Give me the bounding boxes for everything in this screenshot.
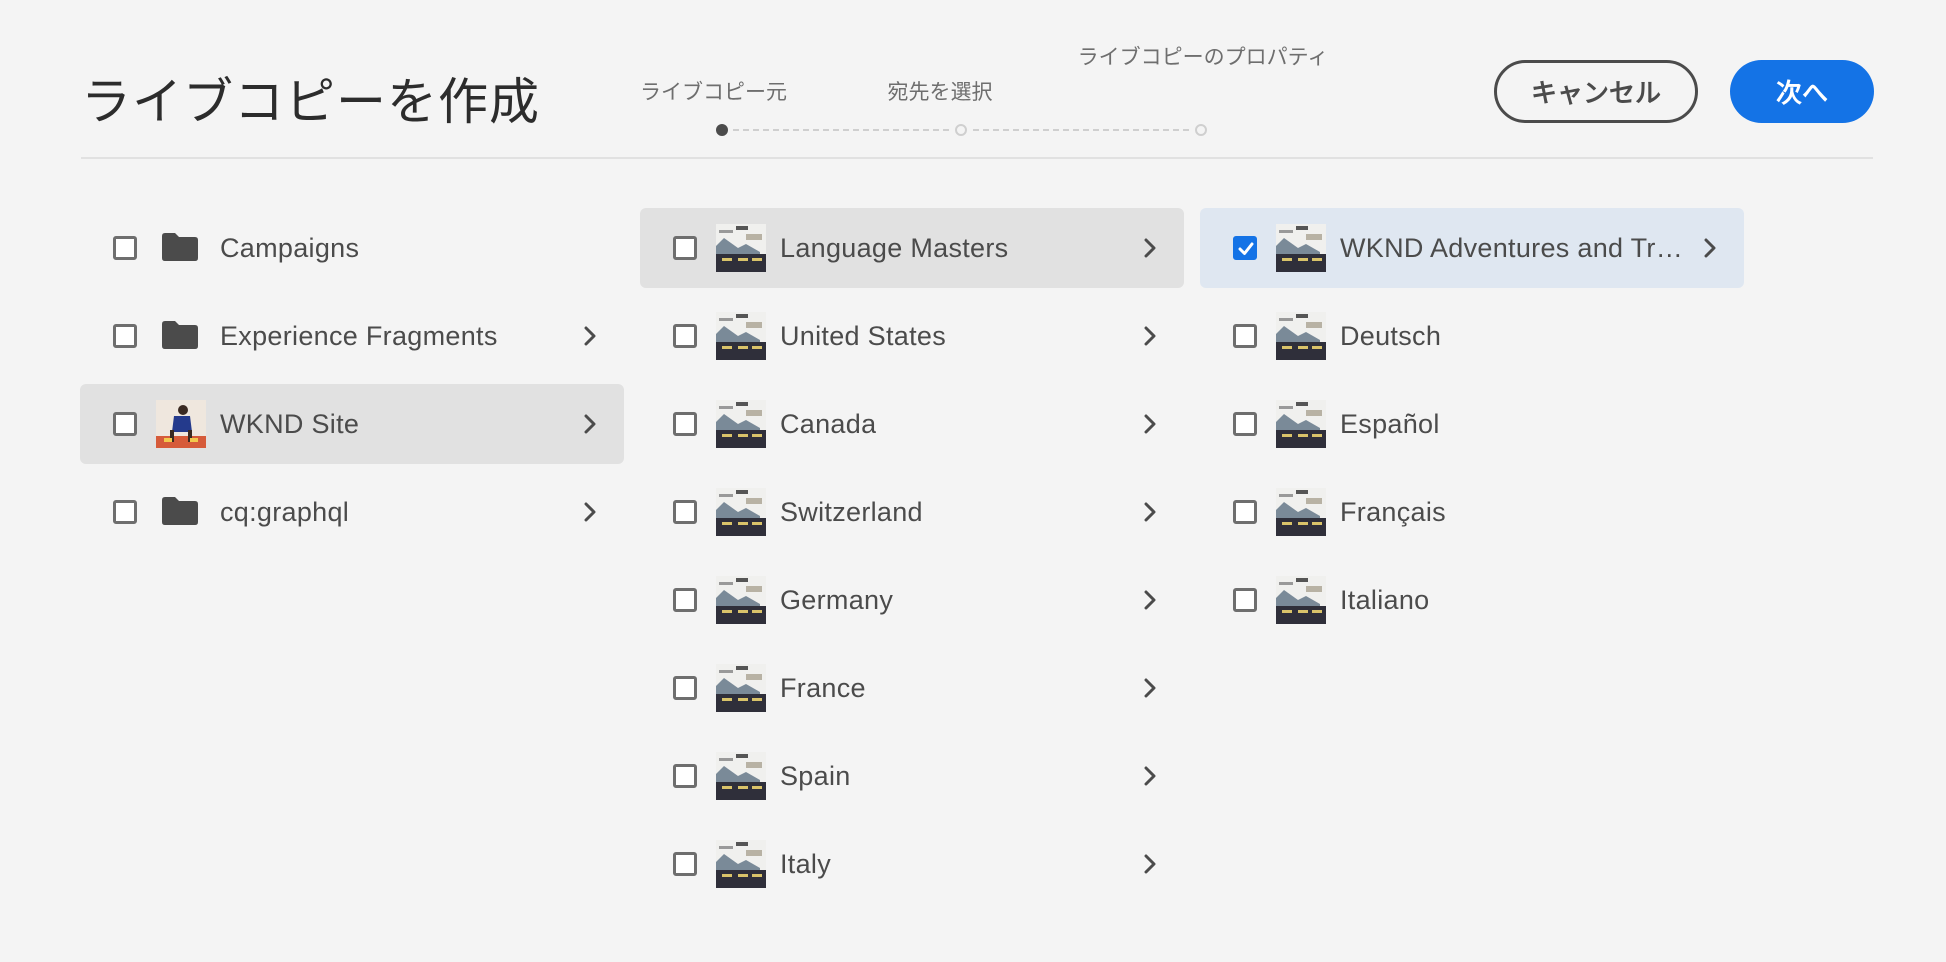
item-checkbox[interactable] xyxy=(673,588,697,612)
page-thumbnail-icon xyxy=(716,752,766,800)
step-1-label: ライブコピー元 xyxy=(640,81,787,104)
page-thumbnail-icon xyxy=(1276,576,1326,624)
next-button[interactable]: 次へ xyxy=(1730,60,1874,123)
chevron-right-icon[interactable] xyxy=(1143,502,1157,527)
page-thumbnail-icon xyxy=(716,400,766,448)
list-item-france[interactable]: France xyxy=(640,648,1184,728)
page-thumbnail-icon xyxy=(716,488,766,536)
item-label: Français xyxy=(1340,497,1446,527)
item-checkbox[interactable] xyxy=(673,500,697,524)
chevron-right-icon[interactable] xyxy=(583,414,597,439)
item-label: United States xyxy=(780,321,946,351)
page-thumbnail-icon xyxy=(716,576,766,624)
item-checkbox[interactable] xyxy=(673,324,697,348)
item-label: Italy xyxy=(780,849,832,879)
list-item-experience-fragments[interactable]: Experience Fragments xyxy=(80,296,624,376)
chevron-right-icon[interactable] xyxy=(1703,238,1717,263)
list-item-language-masters[interactable]: Language Masters xyxy=(640,208,1184,288)
chevron-right-icon[interactable] xyxy=(1143,854,1157,879)
list-item-espa-ol[interactable]: Español xyxy=(1200,384,1744,464)
folder-icon xyxy=(162,233,198,266)
chevron-right-icon[interactable] xyxy=(1143,766,1157,791)
step-3-label: ライブコピーのプロパティ xyxy=(1077,46,1329,69)
list-item-wknd-site[interactable]: WKND Site xyxy=(80,384,624,464)
list-item-united-states[interactable]: United States xyxy=(640,296,1184,376)
item-checkbox[interactable] xyxy=(113,500,137,524)
list-item-wknd-adventures-and-tr[interactable]: WKND Adventures and Tr… xyxy=(1200,208,1744,288)
item-checkbox[interactable] xyxy=(673,412,697,436)
list-item-campaigns[interactable]: Campaigns xyxy=(80,208,624,288)
item-checkbox[interactable] xyxy=(673,764,697,788)
item-label: WKND Adventures and Tr… xyxy=(1340,233,1684,263)
list-item-canada[interactable]: Canada xyxy=(640,384,1184,464)
item-checkbox[interactable] xyxy=(673,676,697,700)
item-checkbox[interactable] xyxy=(113,324,137,348)
step-1-marker xyxy=(716,124,728,136)
list-item-fran-ais[interactable]: Français xyxy=(1200,472,1744,552)
chevron-right-icon[interactable] xyxy=(1143,238,1157,263)
page-thumbnail-icon xyxy=(1276,488,1326,536)
page-thumbnail-icon xyxy=(716,224,766,272)
folder-icon xyxy=(162,321,198,354)
chevron-right-icon[interactable] xyxy=(583,502,597,527)
item-checkbox[interactable] xyxy=(673,236,697,260)
item-checkbox[interactable] xyxy=(113,236,137,260)
page-title: ライブコピーを作成 xyxy=(81,74,540,130)
chevron-right-icon[interactable] xyxy=(1143,326,1157,351)
page-thumbnail-icon xyxy=(716,840,766,888)
header-divider xyxy=(81,157,1873,159)
wizard-steps: ライブコピー元 宛先を選択 ライブコピーのプロパティ xyxy=(600,40,1360,140)
column-wknd-site: Language Masters United States Canada Switz… xyxy=(640,208,1184,912)
folder-icon xyxy=(162,497,198,530)
page-thumbnail-icon xyxy=(716,664,766,712)
item-label: Italiano xyxy=(1340,585,1430,615)
page-thumbnail-icon xyxy=(716,312,766,360)
item-label: cq:graphql xyxy=(220,497,350,527)
list-item-switzerland[interactable]: Switzerland xyxy=(640,472,1184,552)
item-checkbox[interactable] xyxy=(113,412,137,436)
step-2-label: 宛先を選択 xyxy=(887,81,993,104)
item-label: France xyxy=(780,673,866,703)
cancel-button[interactable]: キャンセル xyxy=(1494,60,1698,123)
item-checkbox[interactable] xyxy=(1233,236,1257,260)
step-3-marker xyxy=(1195,124,1207,136)
list-item-germany[interactable]: Germany xyxy=(640,560,1184,640)
item-label: Canada xyxy=(780,409,877,439)
chevron-right-icon[interactable] xyxy=(583,326,597,351)
chevron-right-icon[interactable] xyxy=(1143,414,1157,439)
page-thumbnail-icon xyxy=(1276,312,1326,360)
item-checkbox[interactable] xyxy=(1233,324,1257,348)
chevron-right-icon[interactable] xyxy=(1143,590,1157,615)
item-label: Experience Fragments xyxy=(220,321,498,351)
list-item-cq-graphql[interactable]: cq:graphql xyxy=(80,472,624,552)
item-label: Campaigns xyxy=(220,233,360,263)
item-checkbox[interactable] xyxy=(673,852,697,876)
item-label: Spain xyxy=(780,761,851,791)
list-item-italy[interactable]: Italy xyxy=(640,824,1184,904)
list-item-italiano[interactable]: Italiano xyxy=(1200,560,1744,640)
item-label: Deutsch xyxy=(1340,321,1442,351)
wizard-header: ライブコピーを作成 ライブコピー元 宛先を選択 ライブコピーのプロパティ キャン… xyxy=(0,0,1946,162)
chevron-right-icon[interactable] xyxy=(1143,678,1157,703)
step-2-marker xyxy=(955,124,967,136)
column-root: Campaigns Experience Fragments WKND Site cq… xyxy=(80,208,624,560)
item-label: Germany xyxy=(780,585,894,615)
page-thumbnail-icon xyxy=(1276,400,1326,448)
item-checkbox[interactable] xyxy=(1233,588,1257,612)
column-language-masters: WKND Adventures and Tr… Deutsch Español Fra… xyxy=(1200,208,1744,648)
item-label: Español xyxy=(1340,409,1440,439)
item-label: Language Masters xyxy=(780,233,1009,263)
page-thumbnail-icon xyxy=(1276,224,1326,272)
list-item-deutsch[interactable]: Deutsch xyxy=(1200,296,1744,376)
step-connector xyxy=(733,129,949,131)
list-item-spain[interactable]: Spain xyxy=(640,736,1184,816)
item-checkbox[interactable] xyxy=(1233,500,1257,524)
item-label: WKND Site xyxy=(220,409,360,439)
step-connector xyxy=(973,129,1189,131)
site-thumbnail-icon xyxy=(156,400,206,448)
item-label: Switzerland xyxy=(780,497,923,527)
item-checkbox[interactable] xyxy=(1233,412,1257,436)
